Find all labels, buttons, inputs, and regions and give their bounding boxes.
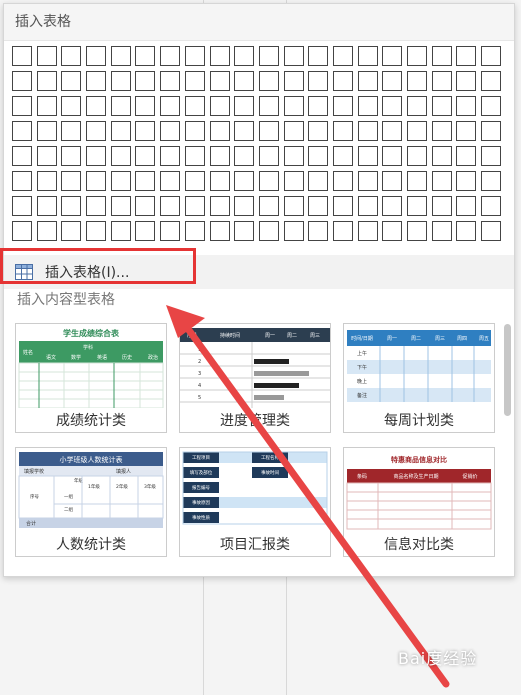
annotation-arrow [166, 305, 450, 688]
watermark-text: Bai度经验 [398, 649, 478, 668]
